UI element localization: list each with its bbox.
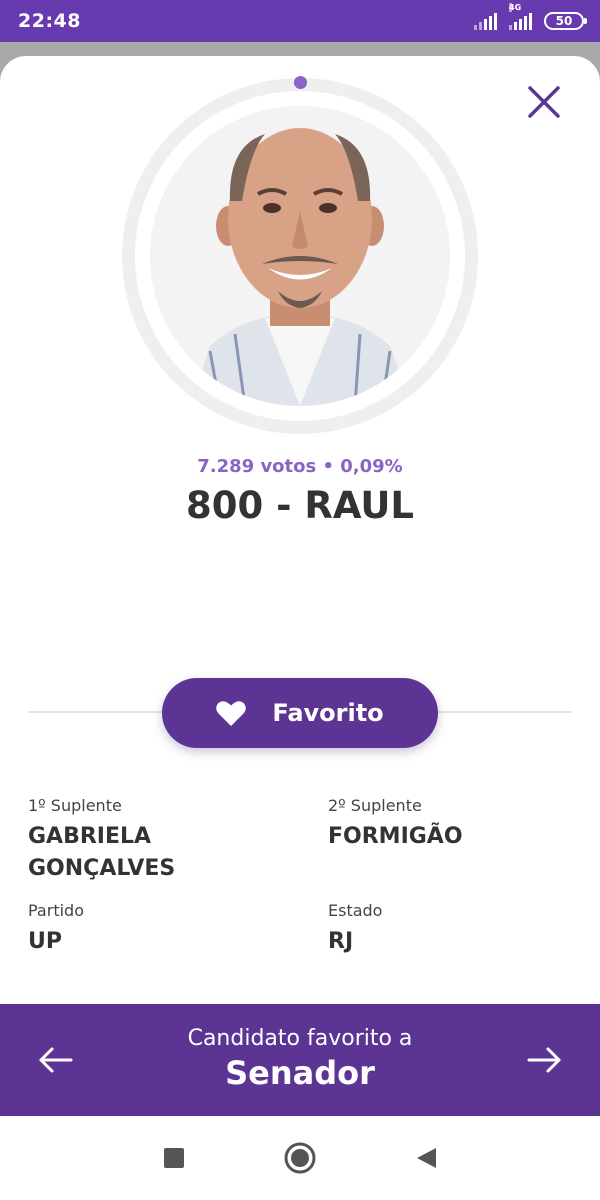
party-value: UP [28, 929, 62, 954]
favorite-button[interactable]: Favorito [162, 678, 438, 748]
candidate-number-name: 800 - RAUL [186, 484, 414, 527]
second-substitute: 2º Suplente FORMIGÃO [328, 796, 598, 853]
first-substitute-value: GABRIELA GONÇALVES [28, 821, 298, 885]
second-substitute-label: 2º Suplente [328, 796, 422, 815]
nav-back-icon [417, 1148, 436, 1168]
state: Estado RJ [328, 901, 598, 958]
party: Partido UP [28, 901, 298, 958]
nav-square-icon [164, 1148, 184, 1168]
network-type: 4G [509, 3, 522, 12]
first-substitute-label: 1º Suplente [28, 796, 122, 815]
category-switcher: Candidato favorito a Senador [0, 1004, 600, 1116]
next-category-button[interactable] [526, 1046, 562, 1074]
nav-circle-icon [284, 1142, 316, 1174]
first-substitute-line1: GABRIELA [28, 824, 152, 849]
progress-dot [294, 76, 307, 89]
second-substitute-value: FORMIGÃO [328, 824, 463, 849]
favorite-label: Favorito [272, 699, 384, 727]
heart-icon [216, 700, 247, 726]
signal-icon [474, 12, 497, 30]
state-value: RJ [328, 929, 354, 954]
status-bar: 22:48 4G 50 [0, 0, 600, 42]
system-nav-bar [0, 1116, 600, 1200]
votes-summary: 7.289 votos • 0,09% [197, 456, 403, 477]
party-label: Partido [28, 901, 84, 920]
first-substitute-line2: GONÇALVES [28, 856, 176, 881]
status-time: 22:48 [18, 10, 81, 32]
category-subtitle: Candidato favorito a [187, 1026, 413, 1051]
candidate-photo [150, 106, 450, 406]
status-icons: 4G 50 [474, 3, 587, 30]
candidate-portrait [150, 106, 450, 406]
candidate-sheet: 7.289 votos • 0,09% 800 - RAUL Favorito … [0, 56, 600, 1116]
state-label: Estado [328, 901, 383, 920]
close-icon [528, 86, 560, 118]
category-title: Senador [225, 1054, 375, 1092]
home-button[interactable] [282, 1140, 318, 1176]
recents-button[interactable] [156, 1140, 192, 1176]
battery-level: 50 [555, 14, 573, 28]
back-button[interactable] [408, 1140, 444, 1176]
first-substitute: 1º Suplente GABRIELA GONÇALVES [28, 796, 298, 885]
arrow-right-icon [527, 1047, 561, 1073]
battery-icon: 50 [544, 12, 587, 30]
signal-4g-icon: 4G [509, 3, 532, 30]
close-button[interactable] [526, 84, 562, 120]
